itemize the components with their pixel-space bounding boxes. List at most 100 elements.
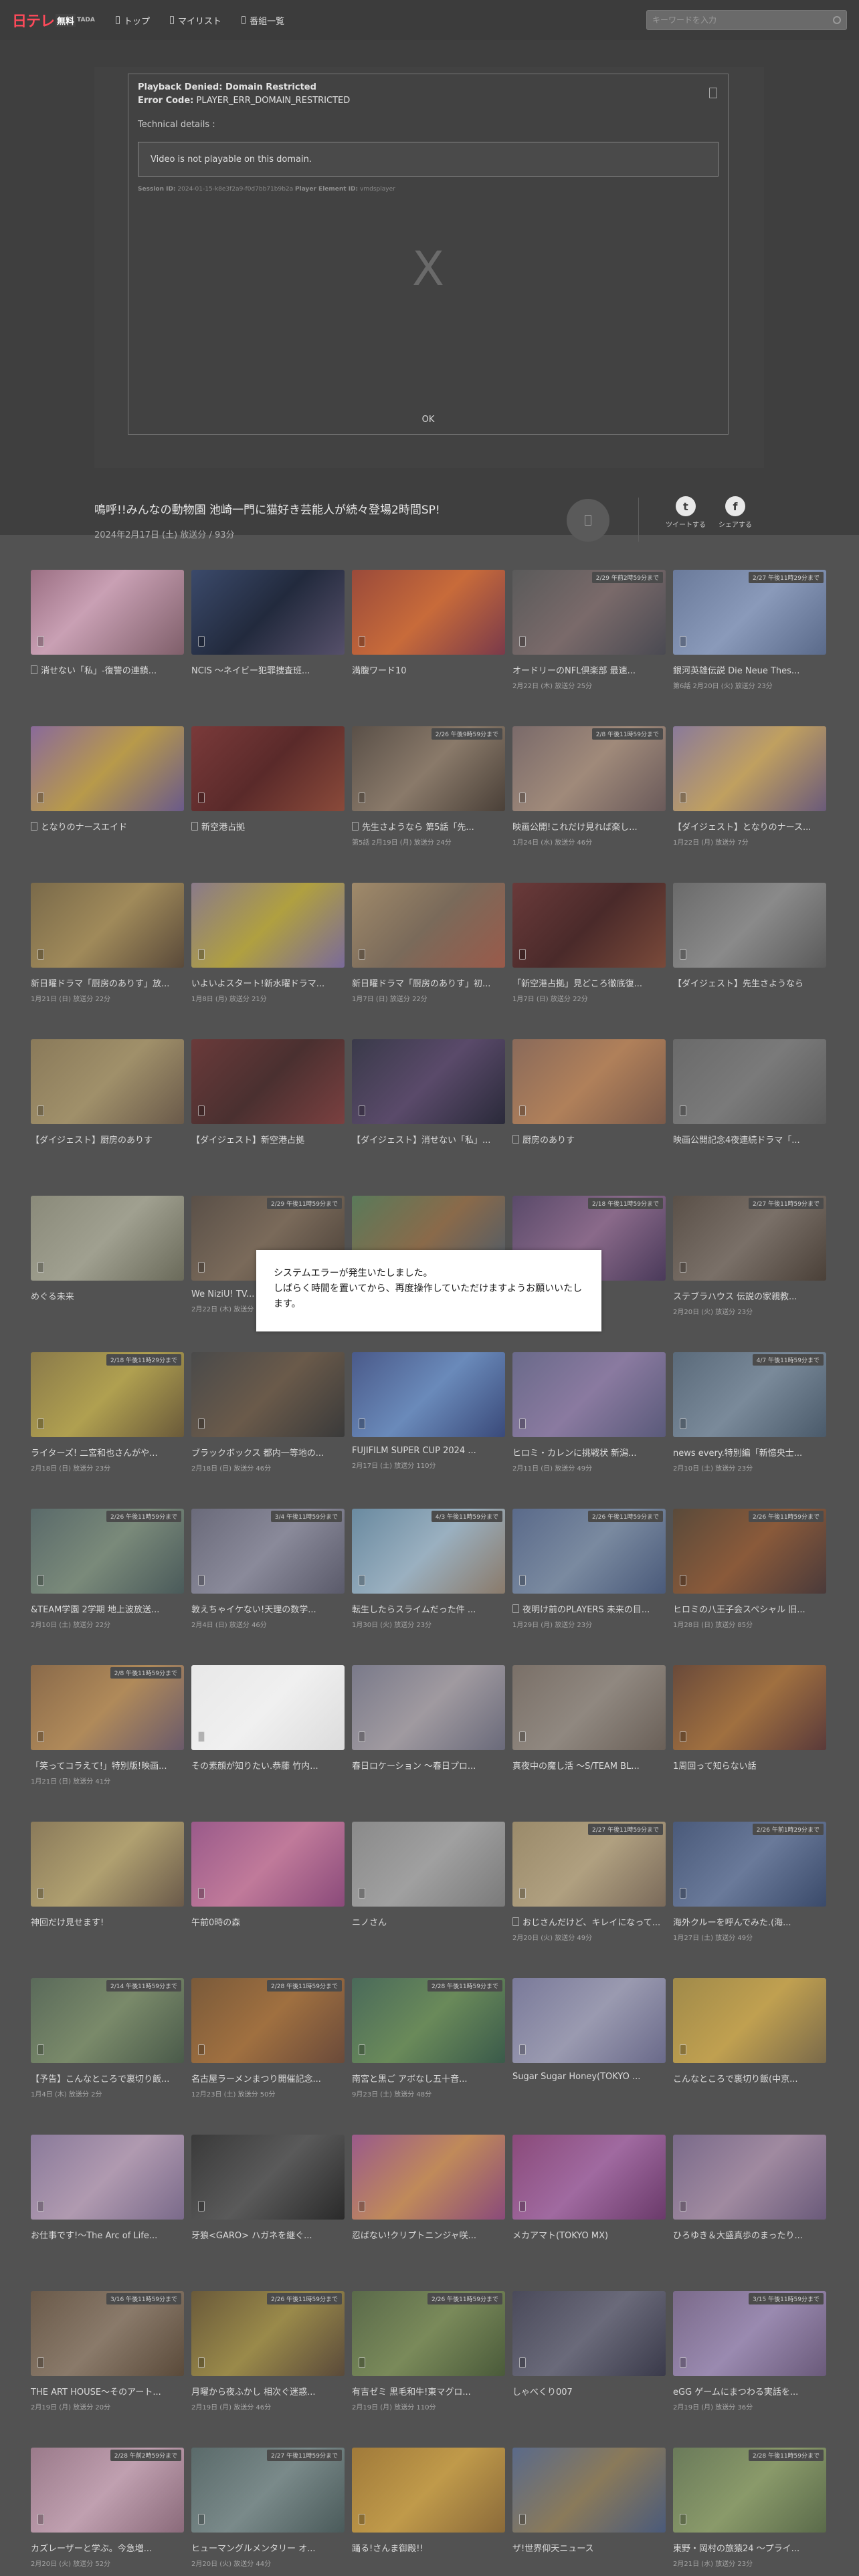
program-card[interactable]: いよいよスタート!新水曜ドラマ... 1月8日 (月) 放送分 21分 (191, 883, 345, 1003)
program-title-row[interactable]: eGG ゲームにまつわる実話を... (673, 2385, 826, 2397)
program-title-row[interactable]: その素顔が知りたい.恭藤 竹内... (191, 1759, 345, 1772)
program-card[interactable]: 2/8 午後11時59分まで 「笑ってコラえて!」特別版!映画... 1月21日 (… (31, 1665, 184, 1786)
program-card[interactable]: 2/26 午後11時59分まで &TEAM学園 2学期 地上波放送... 2月10日… (31, 1509, 184, 1629)
program-thumbnail[interactable] (191, 570, 345, 655)
program-thumbnail[interactable]: 4/3 午後11時59分まで (352, 1509, 505, 1594)
program-title-row[interactable]: お仕事です!～The Arc of Life... (31, 2228, 184, 2241)
program-card[interactable]: 忍ばない!クリプトニンジャ咲... (352, 2135, 505, 2241)
program-card[interactable]: 【ダイジェスト】消せない「私」... (352, 1039, 505, 1146)
program-card[interactable]: 春日ロケーション ～春日プロ... (352, 1665, 505, 1772)
program-title-row[interactable]: 【ダイジェスト】厨房のありす (31, 1133, 184, 1146)
program-thumbnail[interactable] (512, 1352, 666, 1437)
program-card[interactable]: 午前0時の森 (191, 1822, 345, 1928)
program-title-row[interactable]: 有吉ゼミ 黒毛和牛!東マグロ... (352, 2385, 505, 2397)
nav-item-top[interactable]: トップ (116, 14, 150, 27)
program-thumbnail[interactable] (512, 1978, 666, 2063)
program-card[interactable]: 2/29 午前2時59分まで オードリーのNFL倶楽部 最速... 2月22日 (木… (512, 570, 666, 690)
program-card[interactable]: 2/26 午前1時29分まで 海外クルーを呼んでみた.(海... 1月27日 (土)… (673, 1822, 826, 1942)
program-title-row[interactable]: いよいよスタート!新水曜ドラマ... (191, 976, 345, 989)
program-thumbnail[interactable]: 2/26 午後9時59分まで (352, 726, 505, 811)
program-thumbnail[interactable] (191, 1665, 345, 1750)
program-title-row[interactable]: 神回だけ見せます! (31, 1915, 184, 1928)
program-card[interactable]: 4/3 午後11時59分まで 転生したらスライムだった件 ... 1月30日 (火)… (352, 1509, 505, 1629)
program-title-row[interactable]: ライターズ! 二宮和也さんがや... (31, 1446, 184, 1459)
program-card[interactable]: となりのナースエイド (31, 726, 184, 833)
search-icon[interactable] (833, 16, 841, 24)
program-title-row[interactable]: news every.特別編「新憶央士... (673, 1446, 826, 1459)
program-title-row[interactable]: 海外クルーを呼んでみた.(海... (673, 1915, 826, 1928)
program-thumbnail[interactable]: 2/26 午後11時59分まで (673, 1509, 826, 1594)
program-thumbnail[interactable] (191, 1822, 345, 1907)
program-card[interactable]: 映画公開記念4夜連続ドラマ「... (673, 1039, 826, 1146)
program-card[interactable]: 新空港占拠 (191, 726, 345, 833)
program-title-row[interactable]: オードリーのNFL倶楽部 最速... (512, 663, 666, 676)
program-thumbnail[interactable] (673, 726, 826, 811)
program-thumbnail[interactable] (512, 1665, 666, 1750)
program-card[interactable]: 2/27 午後11時59分まで ステブラハウス 伝説の家親教... 2月20日 (火… (673, 1196, 826, 1316)
program-card[interactable]: めぐる未来 (31, 1196, 184, 1302)
program-thumbnail[interactable] (31, 570, 184, 655)
program-card[interactable]: 2/26 午後9時59分まで 先生さようなら 第5話「先... 第5話 2月19日 … (352, 726, 505, 847)
program-card[interactable]: 2/27 午後11時59分まで おじさんだけど、キレイになって... 2月20日 (… (512, 1822, 666, 1942)
program-card[interactable]: ザ!世界仰天ニュース (512, 2448, 666, 2554)
program-title-row[interactable]: ヒロミ・カレンに挑戦状 新潟... (512, 1446, 666, 1459)
program-thumbnail[interactable] (352, 1352, 505, 1437)
program-title-row[interactable]: 新日曜ドラマ「厨房のありす」初... (352, 976, 505, 989)
program-title-row[interactable]: 月曜から夜ふかし 相次ぐ迷惑... (191, 2385, 345, 2397)
program-card[interactable]: 2/14 午後11時59分まで 【予告】こんなところで裏切り飯... 1月4日 (木… (31, 1978, 184, 2099)
site-logo[interactable]: 日テレ 無料 TADA (12, 9, 97, 31)
program-title-row[interactable]: 南宮と黒ご アボなし五十音... (352, 2072, 505, 2084)
program-card[interactable]: 2/26 午後11時59分まで 月曜から夜ふかし 相次ぐ迷惑... 2月19日 (月… (191, 2291, 345, 2411)
program-thumbnail[interactable] (31, 2135, 184, 2220)
program-thumbnail[interactable]: 2/27 午後11時59分まで (191, 2448, 345, 2533)
program-title-row[interactable]: 踊る!さんま御殿!! (352, 2541, 505, 2554)
close-icon[interactable] (709, 88, 717, 98)
program-card[interactable]: 真夜中の魔し活 ～S/TEAM BL... (512, 1665, 666, 1772)
program-title-row[interactable]: 消せない「私」-復讐の連鎖... (31, 663, 184, 676)
program-title-row[interactable]: 映画公開記念4夜連続ドラマ「... (673, 1133, 826, 1146)
program-thumbnail[interactable] (352, 2448, 505, 2533)
program-thumbnail[interactable] (673, 1978, 826, 2063)
program-title-row[interactable]: 「笑ってコラえて!」特別版!映画... (31, 1759, 184, 1772)
program-title-row[interactable]: &TEAM学園 2学期 地上波放送... (31, 1602, 184, 1615)
program-card[interactable]: こんなところで裏切り飯(中京... (673, 1978, 826, 2084)
ok-button[interactable]: OK (422, 415, 435, 425)
program-thumbnail[interactable] (673, 1665, 826, 1750)
program-card[interactable]: 2/28 午後11時59分まで 南宮と黒ご アボなし五十音... 9月23日 (土)… (352, 1978, 505, 2099)
program-thumbnail[interactable] (31, 726, 184, 811)
program-title-row[interactable]: 【ダイジェスト】新空港占拠 (191, 1133, 345, 1146)
nav-item-program-list[interactable]: 番組一覧 (242, 14, 284, 27)
program-thumbnail[interactable]: 2/8 午後11時59分まで (512, 726, 666, 811)
play-button[interactable] (567, 499, 609, 542)
program-thumbnail[interactable] (191, 1352, 345, 1437)
program-title-row[interactable]: おじさんだけど、キレイになって... (512, 1915, 666, 1928)
program-card[interactable]: メカアマト(TOKYO MX) (512, 2135, 666, 2241)
program-thumbnail[interactable]: 2/28 午後11時59分まで (352, 1978, 505, 2063)
program-thumbnail[interactable]: 2/26 午前1時29分まで (673, 1822, 826, 1907)
program-thumbnail[interactable] (512, 2135, 666, 2220)
program-thumbnail[interactable]: 2/26 午後11時59分まで (191, 2291, 345, 2376)
program-title-row[interactable]: 夜明け前のPLAYERS 未来の目... (512, 1602, 666, 1615)
program-title-row[interactable]: 真夜中の魔し活 ～S/TEAM BL... (512, 1759, 666, 1772)
program-title-row[interactable]: 午前0時の森 (191, 1915, 345, 1928)
program-thumbnail[interactable] (31, 1039, 184, 1124)
program-title-row[interactable]: 敦えちゃイケない!天理の数学... (191, 1602, 345, 1615)
program-thumbnail[interactable] (673, 1039, 826, 1124)
program-title-row[interactable]: 転生したらスライムだった件 ... (352, 1602, 505, 1615)
program-thumbnail[interactable] (512, 2448, 666, 2533)
program-card[interactable]: 「新空港占拠」見どころ徹底復... 1月7日 (日) 放送分 22分 (512, 883, 666, 1003)
program-card[interactable]: 厨房のありす (512, 1039, 666, 1146)
program-thumbnail[interactable]: 2/27 午後11時59分まで (512, 1822, 666, 1907)
program-thumbnail[interactable] (352, 2135, 505, 2220)
program-card[interactable]: 牙狼<GARO> ハガネを継ぐ... (191, 2135, 345, 2241)
program-thumbnail[interactable]: 3/15 午後11時59分まで (673, 2291, 826, 2376)
program-thumbnail[interactable]: 2/28 午前2時59分まで (31, 2448, 184, 2533)
program-card[interactable]: 2/27 午後11時29分まで 銀河英雄伝説 Die Neue Thes... 第6… (673, 570, 826, 690)
program-thumbnail[interactable] (512, 883, 666, 968)
program-title-row[interactable]: 満腹ワード10 (352, 663, 505, 676)
program-thumbnail[interactable] (191, 2135, 345, 2220)
program-card[interactable]: 踊る!さんま御殿!! (352, 2448, 505, 2554)
program-thumbnail[interactable]: 4/7 午後11時59分まで (673, 1352, 826, 1437)
program-title-row[interactable]: 東野・岡村の旅猿24 ～プライ... (673, 2541, 826, 2554)
program-card[interactable]: ブラックボックス 都内一等地の... 2月18日 (日) 放送分 46分 (191, 1352, 345, 1473)
